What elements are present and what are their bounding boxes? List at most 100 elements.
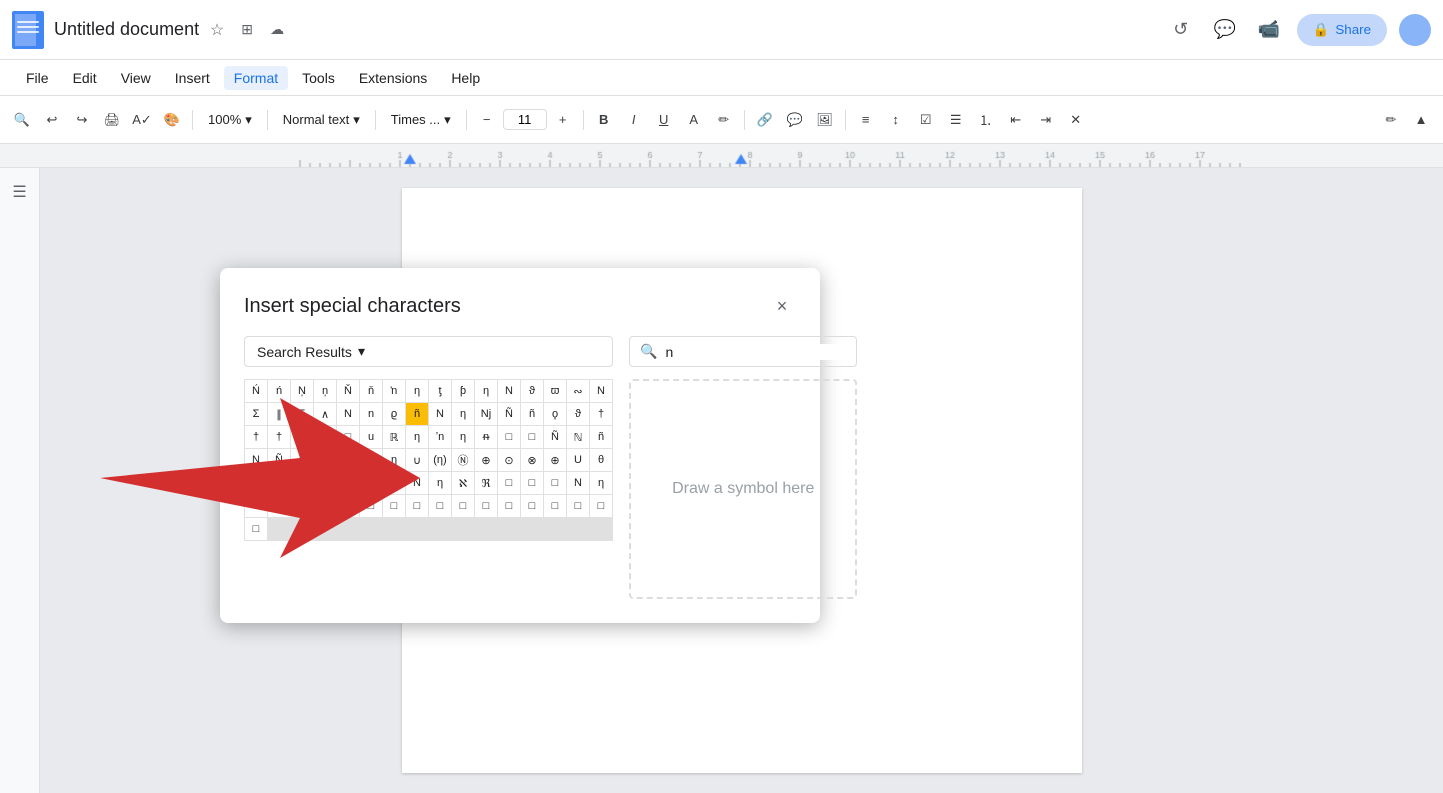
char-cell[interactable]: □ — [498, 495, 520, 517]
menu-extensions[interactable]: Extensions — [349, 66, 437, 90]
char-cell[interactable]: ñ — [590, 426, 612, 448]
char-cell[interactable]: □ — [360, 495, 382, 517]
char-cell[interactable]: n — [360, 403, 382, 425]
char-cell[interactable]: Ñ — [544, 426, 566, 448]
char-cell[interactable]: ŉ — [383, 380, 405, 402]
undo-btn[interactable]: ↩ — [38, 105, 66, 135]
char-cell[interactable]: Ν — [337, 403, 359, 425]
char-cell[interactable]: Ν — [590, 380, 612, 402]
draw-area[interactable]: Draw a symbol here — [629, 379, 857, 599]
char-cell[interactable]: ∧ — [360, 449, 382, 471]
char-cell[interactable]: ʼn — [429, 426, 451, 448]
spellcheck-btn[interactable]: A✓ — [128, 105, 156, 135]
char-cell[interactable]: □ — [314, 495, 336, 517]
char-cell[interactable]: Ñ — [268, 449, 290, 471]
char-cell[interactable]: □ — [268, 495, 290, 517]
char-cell[interactable]: u — [360, 426, 382, 448]
menu-file[interactable]: File — [16, 66, 59, 90]
style-dropdown[interactable]: Normal text ▾ — [274, 107, 369, 133]
font-size-minus[interactable]: − — [473, 105, 501, 135]
char-cell[interactable]: † — [245, 426, 267, 448]
char-cell[interactable]: ƨ — [314, 426, 336, 448]
char-cell[interactable]: □ — [245, 518, 267, 540]
char-cell[interactable]: × — [291, 472, 313, 494]
char-cell[interactable]: Π — [268, 472, 290, 494]
char-cell[interactable]: η — [429, 472, 451, 494]
char-cell[interactable]: ϑ — [521, 380, 543, 402]
char-cell[interactable]: □ — [498, 426, 520, 448]
char-cell[interactable]: η — [406, 426, 428, 448]
char-cell[interactable]: ϑ — [567, 403, 589, 425]
char-cell[interactable]: ン — [383, 472, 405, 494]
share-button[interactable]: 🔒 Share — [1297, 14, 1387, 46]
char-cell[interactable]: Ν — [429, 403, 451, 425]
char-cell[interactable]: η — [590, 472, 612, 494]
bullet-list-btn[interactable]: ☰ — [942, 105, 970, 135]
char-cell[interactable]: ϖ — [544, 380, 566, 402]
char-cell[interactable]: ⊗ — [521, 449, 543, 471]
print-btn[interactable]: 🖨 — [98, 105, 126, 135]
char-cell[interactable]: □ — [291, 495, 313, 517]
image-btn[interactable]: 🖼 — [811, 105, 839, 135]
char-cell[interactable]: Σ — [245, 403, 267, 425]
char-cell[interactable]: ƫ — [429, 380, 451, 402]
char-cell[interactable]: ʸ — [245, 495, 267, 517]
checklist-btn[interactable]: ☑ — [912, 105, 940, 135]
char-cell[interactable]: ᵑ — [314, 449, 336, 471]
char-cell[interactable]: ∾ — [567, 380, 589, 402]
bold-btn[interactable]: B — [590, 105, 618, 135]
char-cell[interactable]: □ — [521, 495, 543, 517]
char-cell[interactable]: ⁻ — [291, 426, 313, 448]
char-cell[interactable]: ņ — [314, 380, 336, 402]
char-cell[interactable]: □ — [521, 426, 543, 448]
char-cell[interactable]: ϱ — [383, 403, 405, 425]
char-cell[interactable]: □ — [590, 495, 612, 517]
char-cell[interactable]: η — [383, 449, 405, 471]
char-cell[interactable]: Ņ — [291, 380, 313, 402]
char-cell[interactable]: □ — [498, 472, 520, 494]
char-cell[interactable]: ℕ — [567, 426, 589, 448]
star-icon[interactable]: ☆ — [205, 18, 229, 42]
char-cell[interactable]: Π — [245, 472, 267, 494]
menu-edit[interactable]: Edit — [63, 66, 107, 90]
char-cell[interactable]: ᵰ — [475, 426, 497, 448]
char-cell[interactable]: (η) — [429, 449, 451, 471]
char-cell[interactable]: ⊕ — [475, 449, 497, 471]
char-cell[interactable]: Ν — [406, 472, 428, 494]
char-cell[interactable]: Ń — [245, 380, 267, 402]
numbered-list-btn[interactable]: ⒈ — [972, 105, 1000, 135]
char-cell[interactable]: ƞ — [475, 380, 497, 402]
outline-icon[interactable]: ☰ — [8, 180, 32, 204]
char-cell[interactable]: ň — [360, 380, 382, 402]
italic-btn[interactable]: I — [620, 105, 648, 135]
char-cell[interactable]: ℵ — [452, 472, 474, 494]
search-results-dropdown[interactable]: Search Results ▾ — [244, 336, 613, 367]
menu-view[interactable]: View — [111, 66, 161, 90]
char-cell[interactable]: Ν — [245, 449, 267, 471]
char-cell[interactable]: Nj — [475, 403, 497, 425]
pen-btn[interactable]: ✏ — [1377, 105, 1405, 135]
char-cell[interactable]: η — [452, 403, 474, 425]
menu-format[interactable]: Format — [224, 66, 288, 90]
comment-btn[interactable]: 💬 — [1209, 14, 1241, 46]
underline-btn[interactable]: U — [650, 105, 678, 135]
char-cell[interactable]: □ — [567, 495, 589, 517]
char-cell[interactable]: ϙ — [544, 403, 566, 425]
indent-inc-btn[interactable]: ⇥ — [1032, 105, 1060, 135]
menu-help[interactable]: Help — [441, 66, 490, 90]
char-cell[interactable]: □ — [337, 495, 359, 517]
menu-tools[interactable]: Tools — [292, 66, 345, 90]
char-cell[interactable]: ∥ — [268, 403, 290, 425]
avatar[interactable] — [1399, 14, 1431, 46]
zoom-dropdown[interactable]: 100% ▾ — [199, 107, 261, 133]
char-cell[interactable]: η — [452, 426, 474, 448]
font-dropdown[interactable]: Times ... ▾ — [382, 107, 460, 133]
align-btn[interactable]: ≡ — [852, 105, 880, 135]
char-cell[interactable]: ƥ — [452, 380, 474, 402]
char-cell[interactable]: ヲ — [360, 472, 382, 494]
char-search-input[interactable] — [665, 344, 846, 360]
paint-format-btn[interactable]: 🎨 — [158, 105, 186, 135]
font-size-input[interactable]: 11 — [503, 109, 547, 130]
text-color-btn[interactable]: A — [680, 105, 708, 135]
char-cell[interactable]: ℝ — [383, 426, 405, 448]
